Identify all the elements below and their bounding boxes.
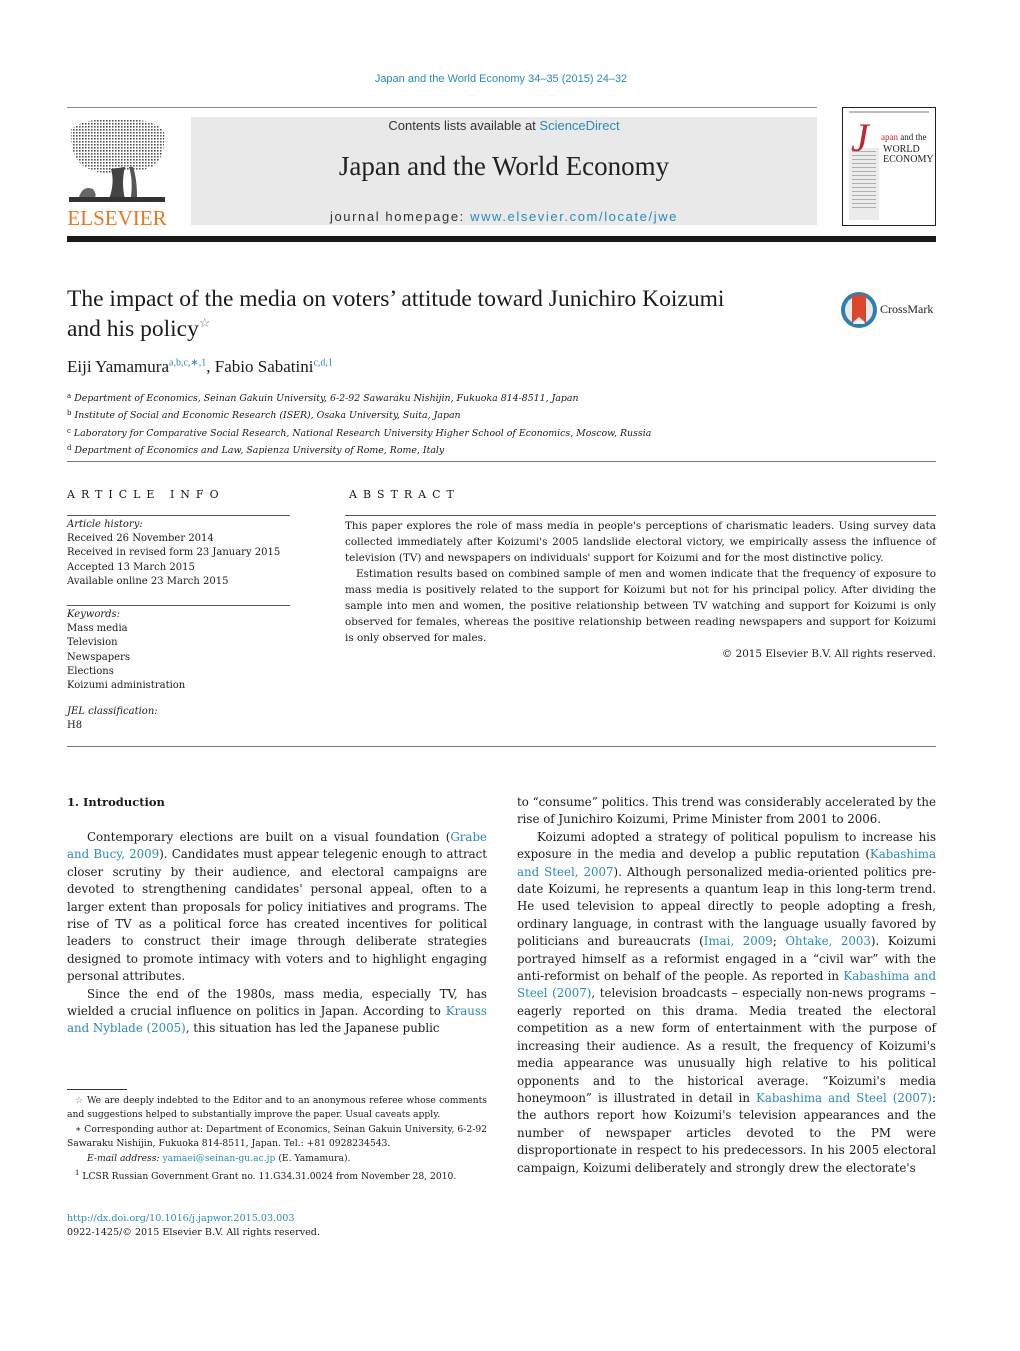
citation-link[interactable]: Kabashima and Steel (2007) <box>756 1091 932 1105</box>
citation-link[interactable]: Ohtake, 2003 <box>785 934 871 948</box>
author-name[interactable]: Eiji Yamamura <box>67 357 169 376</box>
affiliation-item: b Institute of Social and Economic Resear… <box>67 409 461 422</box>
divider <box>67 605 290 606</box>
affiliations: a Department of Economics, Seinan Gakuin … <box>67 389 927 459</box>
title-footnote-star-icon[interactable]: ☆ <box>199 315 211 330</box>
elsevier-tree-icon <box>69 119 165 202</box>
abstract-paragraph: This paper explores the role of mass med… <box>345 520 936 564</box>
body-paragraph: Contemporary elections are built on a vi… <box>67 830 487 984</box>
footnote: ∗ Corresponding author at: Department of… <box>67 1123 488 1150</box>
history-item: Available online 23 March 2015 <box>67 575 229 587</box>
divider <box>67 461 936 462</box>
keyword-item: Newspapers <box>67 651 130 663</box>
jel-classification: JEL classification: H8 <box>67 705 297 733</box>
footnote: ☆ We are deeply indebted to the Editor a… <box>67 1095 487 1121</box>
elsevier-logo[interactable]: ELSEVIER <box>67 117 167 230</box>
affiliation-item: a Department of Economics, Seinan Gakuin … <box>67 392 579 404</box>
body-paragraph: Koizumi adopted a strategy of political … <box>517 829 937 1175</box>
footnote-rule <box>67 1089 127 1090</box>
keyword-item: Television <box>67 637 118 649</box>
homepage-link[interactable]: www.elsevier.com/locate/jwe <box>470 209 678 224</box>
sciencedirect-link[interactable]: ScienceDirect <box>539 118 619 133</box>
journal-cover-thumbnail[interactable]: J apan and the WORLD ECONOMY <box>842 107 936 226</box>
star-icon: ☆ <box>75 1095 84 1106</box>
abstract-body: This paper explores the role of mass med… <box>345 518 936 662</box>
history-item: Accepted 13 March 2015 <box>67 561 195 573</box>
header-thick-rule <box>67 236 936 242</box>
crossmark-label: CrossMark <box>880 302 934 316</box>
journal-reference-link[interactable]: Japan and the World Economy 34–35 (2015)… <box>0 73 1002 85</box>
footnote: 1 LCSR Russian Government Grant no. 11.G… <box>75 1169 457 1183</box>
issn-line: 0922-1425/© 2015 Elsevier B.V. All right… <box>67 1227 320 1239</box>
author-affiliation-refs[interactable]: c,d,1 <box>313 357 332 368</box>
journal-banner: Contents lists available at ScienceDirec… <box>191 117 817 225</box>
author-name[interactable]: Fabio Sabatini <box>215 357 314 376</box>
cover-title-lines: WORLD ECONOMY <box>883 144 934 165</box>
contents-line: Contents lists available at ScienceDirec… <box>388 118 620 133</box>
cover-big-letter: J <box>851 115 869 160</box>
affiliation-item: c Laboratory for Comparative Social Resea… <box>67 426 652 439</box>
elsevier-wordmark: ELSEVIER <box>67 206 167 230</box>
abstract-heading: ABSTRACT <box>349 488 460 501</box>
crossmark-icon <box>841 292 877 328</box>
crossmark-button[interactable]: CrossMark <box>840 291 940 329</box>
author-list: Eiji Yamamuraa,b,c,∗,1, Fabio Sabatinic,… <box>67 357 333 376</box>
footnotes: ☆ We are deeply indebted to the Editor a… <box>67 1094 487 1185</box>
article-info-heading: ARTICLE INFO <box>67 488 225 501</box>
body-paragraph: to “consume” politics. This trend was co… <box>517 795 936 827</box>
author-affiliation-refs[interactable]: a,b,c,∗,1 <box>169 357 206 368</box>
footnote-email: E-mail address: yamaei@seinan-gu.ac.jp (… <box>87 1152 351 1164</box>
article-title: The impact of the media on voters’ attit… <box>67 286 725 342</box>
cover-header-line <box>849 111 929 113</box>
doi-link[interactable]: http://dx.doi.org/10.1016/j.japwor.2015.… <box>67 1212 320 1226</box>
jel-code: H8 <box>67 720 83 732</box>
body-paragraph: Since the end of the 1980s, mass media, … <box>67 986 487 1036</box>
doi-block: http://dx.doi.org/10.1016/j.japwor.2015.… <box>67 1212 320 1241</box>
homepage-line: journal homepage: www.elsevier.com/locat… <box>329 209 679 224</box>
citation-link[interactable]: Imai, 2009 <box>704 934 773 948</box>
journal-name: Japan and the World Economy <box>338 151 670 181</box>
divider <box>67 746 936 747</box>
abstract-copyright: © 2015 Elsevier B.V. All rights reserved… <box>721 648 936 660</box>
keywords: Keywords: Mass media Television Newspape… <box>67 608 297 693</box>
history-item: Received in revised form 23 January 2015 <box>67 547 281 559</box>
divider <box>345 515 936 516</box>
article-history: Article history: Received 26 November 20… <box>67 518 297 589</box>
cover-title-line1: apan and the <box>881 132 927 142</box>
keyword-item: Mass media <box>67 623 128 635</box>
keyword-item: Elections <box>67 665 114 677</box>
history-item: Received 26 November 2014 <box>67 533 214 545</box>
affiliation-item: d Department of Economics and Law, Sapien… <box>67 444 445 457</box>
header-rule <box>67 107 817 108</box>
divider <box>67 515 290 516</box>
body-column-left: Contemporary elections are built on a vi… <box>67 829 487 1038</box>
email-link[interactable]: yamaei@seinan-gu.ac.jp <box>162 1153 275 1164</box>
section-heading: 1. Introduction <box>67 795 165 809</box>
body-column-right: to “consume” politics. This trend was co… <box>517 794 936 1177</box>
keyword-item: Koizumi administration <box>67 680 186 692</box>
abstract-paragraph: Estimation results based on combined sam… <box>345 568 936 644</box>
